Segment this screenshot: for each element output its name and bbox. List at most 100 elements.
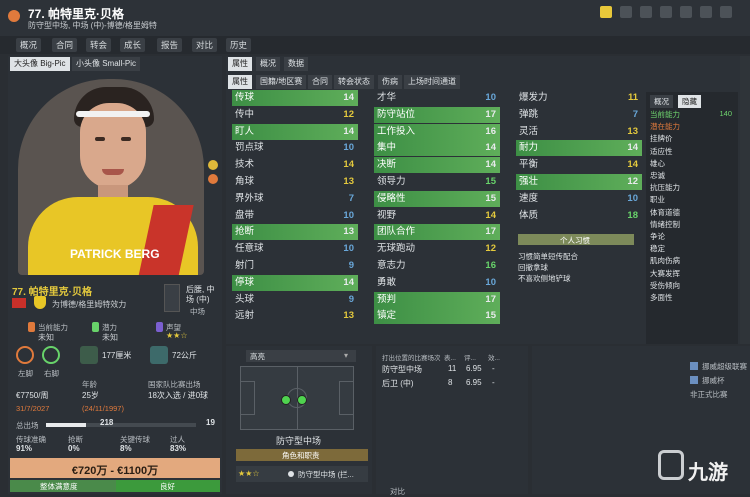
tab-attributes[interactable]: 属性 [228, 57, 252, 71]
attribute-row[interactable]: 角球 13 [232, 174, 358, 190]
subtab-transfer-status[interactable]: 转会状态 [334, 75, 374, 89]
nav-transfer[interactable]: 转会 [86, 38, 112, 52]
attribute-row[interactable]: 射门 9 [232, 258, 358, 274]
back-icon[interactable] [8, 10, 20, 22]
settings-icon[interactable] [620, 6, 632, 18]
nav-history[interactable]: 历史 [226, 38, 252, 52]
flag-icon[interactable] [660, 6, 672, 18]
habit-1: 习惯简单短传配合 [518, 252, 578, 261]
hidden-attribute-row: 体育道德 [650, 207, 732, 218]
status-icon [208, 174, 218, 184]
attribute-row[interactable]: 灵活 13 [516, 124, 642, 140]
tab-small-pic[interactable]: 小头像 Small-Pic [72, 57, 141, 71]
contract-end: 31/7/2027 [16, 404, 50, 413]
attribute-name: 平衡 [519, 159, 539, 171]
attribute-row[interactable]: 预判 17 [374, 291, 500, 308]
subtab-attributes[interactable]: 属性 [228, 75, 252, 89]
position-dot-dm [281, 395, 291, 405]
ca-value: 未知 [38, 333, 54, 342]
attribute-row[interactable]: 侵略性 15 [374, 190, 500, 207]
hidden-attribute-row: 当前能力 140 [650, 109, 732, 120]
nav-compare[interactable]: 对比 [192, 38, 218, 52]
nav-contract[interactable]: 合同 [52, 38, 78, 52]
attribute-value: 10 [343, 209, 354, 221]
tab-data[interactable]: 数据 [284, 57, 308, 71]
attribute-name: 盯人 [235, 125, 255, 137]
wage-value: €7750/周 [16, 391, 49, 400]
attribute-name: 决断 [377, 159, 397, 171]
attribute-row[interactable]: 耐力 14 [516, 140, 642, 157]
attribute-row[interactable]: 工作投入 16 [374, 123, 500, 140]
nav-overview[interactable]: 概况 [16, 38, 42, 52]
attribute-row[interactable]: 罚点球 10 [232, 140, 358, 156]
hidden-attribute-row: 大赛发挥 [650, 268, 732, 279]
star-icon[interactable] [640, 6, 652, 18]
age-value: 25岁 [82, 391, 99, 400]
attribute-row[interactable]: 抢断 13 [232, 224, 358, 241]
attribute-row[interactable]: 传球 14 [232, 90, 358, 106]
attribute-row[interactable]: 才华 10 [374, 90, 500, 106]
attribute-row[interactable]: 盘带 10 [232, 208, 358, 224]
attribute-name: 爆发力 [519, 92, 548, 103]
attribute-value: 16 [485, 260, 496, 271]
attribute-name: 界外球 [235, 192, 264, 204]
attribute-row[interactable]: 爆发力 11 [516, 90, 642, 106]
pct3-value: 8% [120, 444, 132, 453]
hidden-attribute-name: 体育道德 [650, 207, 680, 217]
attribute-row[interactable]: 界外球 7 [232, 191, 358, 207]
attribute-row[interactable]: 体质 18 [516, 208, 642, 224]
hidden-attribute-row: 职业 [650, 194, 732, 205]
attribute-row[interactable]: 勇敢 10 [374, 275, 500, 291]
hidden-attribute-name: 肌肉伤病 [650, 256, 680, 266]
attribute-row[interactable]: 镇定 15 [374, 308, 500, 325]
nav-development[interactable]: 成长 [120, 38, 146, 52]
attribute-value: 14 [343, 276, 354, 288]
hidden-attribute-name: 职业 [650, 195, 665, 205]
attribute-row[interactable]: 无球跑动 12 [374, 241, 500, 257]
attribute-row[interactable]: 领导力 15 [374, 174, 500, 190]
attribute-row[interactable]: 停球 14 [232, 274, 358, 291]
more-icon[interactable] [700, 6, 712, 18]
subtab-contract[interactable]: 合同 [308, 75, 332, 89]
age-label: 年龄 [82, 380, 97, 389]
subtab-injuries[interactable]: 伤病 [378, 75, 402, 89]
shortlist-icon[interactable] [680, 6, 692, 18]
tab-overview[interactable]: 概况 [256, 57, 280, 71]
subtab-international[interactable]: 国籍/地区赛 [256, 75, 307, 89]
attribute-row[interactable]: 传中 12 [232, 107, 358, 123]
tab-big-pic[interactable]: 大头像 Big-Pic [10, 57, 70, 71]
attribute-row[interactable]: 防守站位 17 [374, 106, 500, 123]
apps-value-left: 218 [100, 418, 114, 427]
attribute-row[interactable]: 技术 14 [232, 157, 358, 173]
attribute-row[interactable]: 任意球 10 [232, 241, 358, 257]
attribute-row[interactable]: 弹跳 7 [516, 107, 642, 123]
attribute-row[interactable]: 远射 13 [232, 308, 358, 324]
attribute-row[interactable]: 平衡 14 [516, 157, 642, 173]
attribute-row[interactable]: 盯人 14 [232, 123, 358, 140]
table-header-1: 表... [444, 355, 456, 362]
subtab-playing-time[interactable]: 上场时间通道 [404, 75, 460, 89]
mood-icon [208, 160, 218, 170]
attribute-value: 12 [343, 108, 354, 120]
attribute-name: 领导力 [377, 176, 406, 187]
side-tab-overview[interactable]: 概况 [650, 95, 673, 108]
side-tab-hidden[interactable]: 隐藏 [678, 95, 701, 108]
close-icon[interactable] [720, 6, 732, 18]
attribute-row[interactable]: 决断 14 [374, 157, 500, 174]
attribute-row[interactable]: 头球 9 [232, 292, 358, 308]
attribute-row[interactable]: 速度 10 [516, 191, 642, 207]
nav-reports[interactable]: 报告 [157, 38, 183, 52]
hidden-attribute-name: 挂牌价 [650, 134, 673, 144]
attribute-value: 18 [627, 209, 638, 221]
attribute-row[interactable]: 集中 14 [374, 140, 500, 157]
attribute-row[interactable]: 强壮 12 [516, 174, 642, 190]
hidden-attribute-name: 受伤倾向 [650, 280, 680, 290]
compare-label[interactable]: 对比 [390, 486, 405, 497]
attribute-name: 弹跳 [519, 108, 539, 120]
attribute-row[interactable]: 视野 14 [374, 208, 500, 224]
portrait-sponsor: PATRICK BERG [70, 247, 160, 261]
hidden-attribute-name: 争论 [650, 232, 665, 241]
attribute-row[interactable]: 团队合作 17 [374, 224, 500, 241]
attribute-row[interactable]: 意志力 16 [374, 258, 500, 274]
competition-1: 挪威超级联赛 [702, 362, 747, 371]
